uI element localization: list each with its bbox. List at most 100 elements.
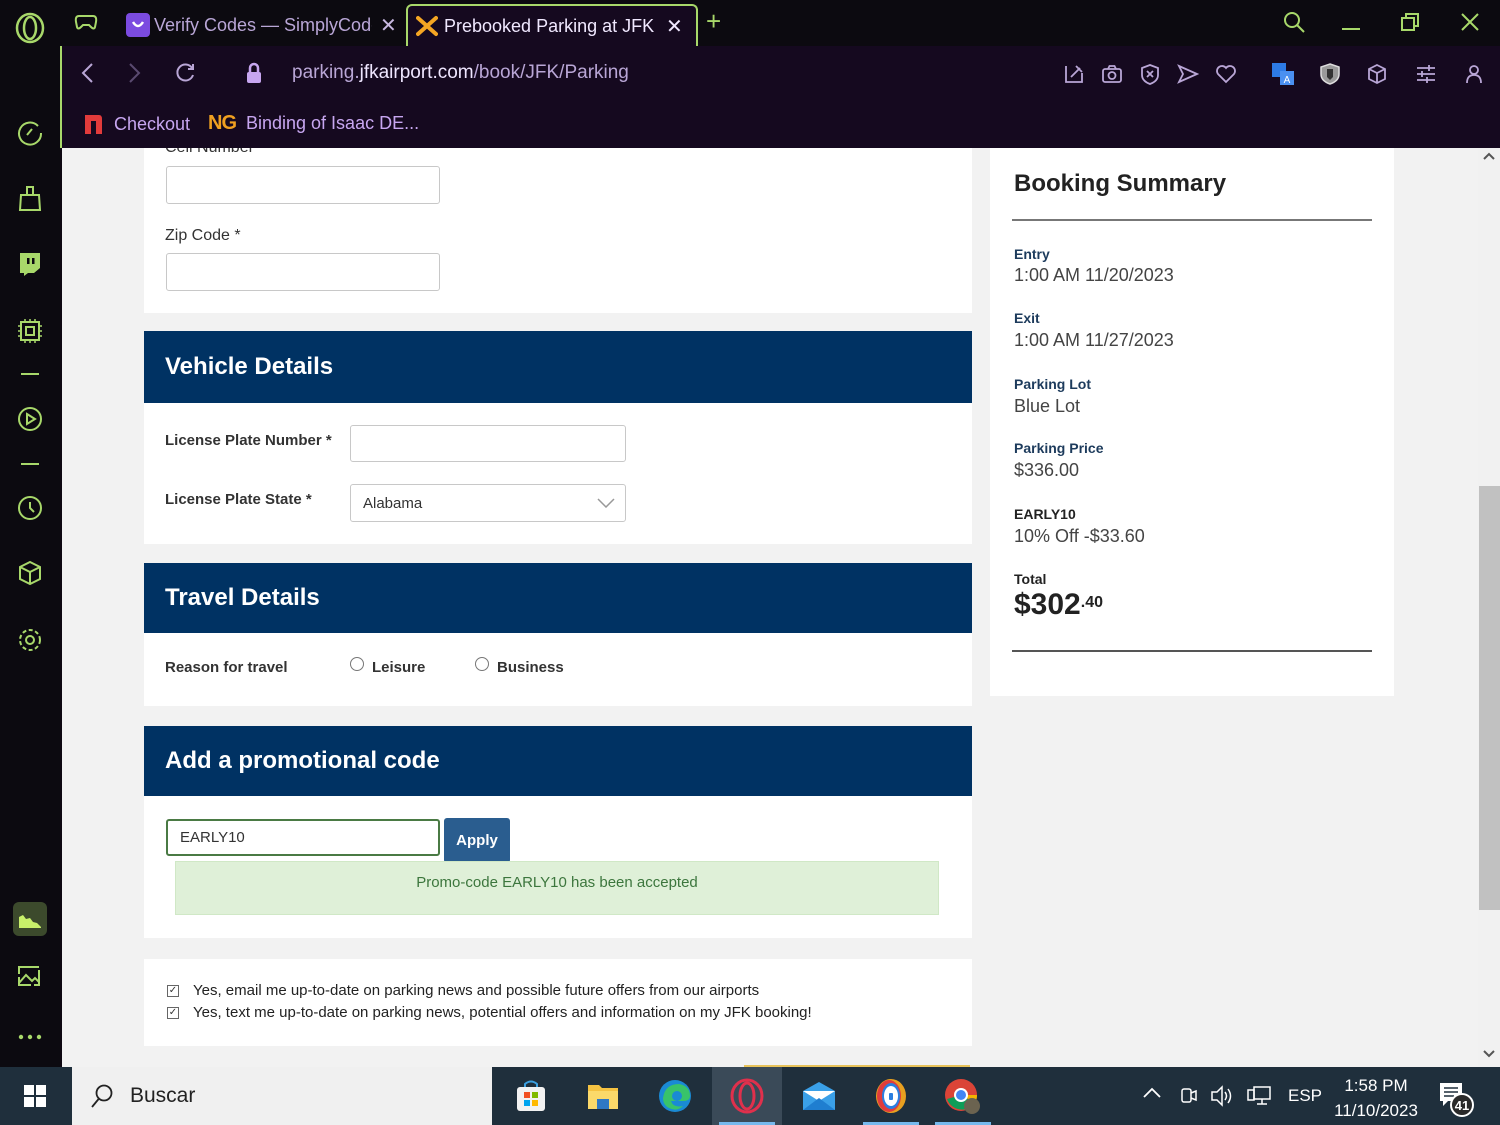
settings-icon[interactable] — [14, 624, 46, 656]
gx-corner-icon[interactable] — [74, 12, 98, 32]
new-tab-button[interactable]: + — [706, 6, 721, 37]
selected-state: Alabama — [363, 494, 423, 512]
total-value: $302.40 — [1014, 588, 1103, 622]
history-icon[interactable] — [14, 492, 46, 524]
send-icon[interactable] — [1174, 60, 1202, 88]
volume-icon[interactable] — [1210, 1084, 1236, 1108]
notifications-icon[interactable]: 41 — [1438, 1081, 1478, 1117]
meet-now-icon[interactable] — [1180, 1084, 1198, 1108]
clock[interactable]: 1:58 PM 11/10/2023 — [1330, 1073, 1422, 1123]
reload-icon[interactable] — [174, 62, 196, 84]
cleaner-icon[interactable] — [14, 183, 46, 215]
minimize-icon[interactable] — [1342, 28, 1360, 30]
chrome-app[interactable] — [928, 1067, 998, 1125]
pin-icon[interactable] — [1060, 60, 1088, 88]
tab-title: Prebooked Parking at JFK Airport — [444, 15, 658, 36]
cube-icon[interactable] — [14, 557, 46, 589]
consent-card: ✓ Yes, email me up-to-date on parking ne… — [144, 959, 972, 1046]
start-button[interactable] — [0, 1067, 70, 1125]
notification-count: 41 — [1450, 1093, 1474, 1117]
exit-label: Exit — [1014, 310, 1040, 326]
email-consent-checkbox[interactable]: ✓ — [167, 985, 179, 997]
back-icon[interactable] — [80, 62, 94, 84]
image-icon[interactable] — [14, 960, 46, 992]
url-bar[interactable]: parking.jfkairport.com/book/JFK/Parking — [292, 62, 629, 84]
opera-gx-app[interactable] — [712, 1067, 782, 1125]
twitch-icon[interactable] — [14, 248, 46, 280]
close-icon[interactable] — [1460, 12, 1480, 32]
bookmark-label: Checkout — [114, 113, 191, 134]
tab-verify-codes[interactable]: Verify Codes — SimplyCodes ✕ — [122, 4, 402, 46]
vehicle-details-header: Vehicle Details — [144, 331, 972, 403]
license-plate-number-input[interactable] — [350, 425, 626, 462]
bookmarks-bar: Checkout NG Binding of Isaac DE... — [60, 102, 1500, 148]
file-explorer-app[interactable] — [568, 1067, 638, 1125]
edge-app[interactable] — [640, 1067, 710, 1125]
total-dollars: $302 — [1014, 588, 1081, 621]
folder-icon — [588, 1085, 618, 1109]
microsoft-store-app[interactable] — [496, 1067, 566, 1125]
tab-title: Verify Codes — SimplyCodes — [154, 14, 372, 35]
profile-icon[interactable] — [1460, 60, 1488, 88]
show-hidden-icons[interactable] — [1142, 1087, 1162, 1099]
edge-icon — [659, 1080, 691, 1112]
easy-setup-icon[interactable] — [1412, 60, 1440, 88]
close-tab-icon[interactable]: ✕ — [666, 14, 683, 39]
taskbar-search-box[interactable]: Buscar — [72, 1067, 492, 1125]
heart-icon[interactable] — [1212, 60, 1240, 88]
jfk-plane-icon — [416, 15, 438, 37]
search-icon[interactable] — [1282, 10, 1306, 34]
discount-value: 10% Off -$33.60 — [1014, 526, 1145, 546]
cube-icon[interactable] — [1363, 60, 1391, 88]
speed-dial-icon[interactable] — [14, 116, 46, 148]
store-icon — [517, 1080, 545, 1111]
tab-strip: Verify Codes — SimplyCodes ✕ Prebooked P… — [60, 0, 1500, 46]
chart-icon[interactable] — [13, 902, 47, 936]
parking-price-value: $336.00 — [1014, 460, 1080, 480]
leisure-radio[interactable] — [350, 657, 364, 671]
parking-lot-label: Parking Lot — [1014, 376, 1092, 392]
language-indicator[interactable]: ESP — [1288, 1086, 1322, 1106]
restore-icon[interactable] — [1400, 12, 1420, 32]
url-path: /book/JFK/Parking — [473, 62, 629, 83]
windows-logo-icon — [24, 1085, 46, 1107]
mail-app[interactable] — [784, 1067, 854, 1125]
page-scrollbar[interactable] — [1478, 148, 1500, 1067]
close-tab-icon[interactable]: ✕ — [380, 13, 397, 38]
camera-icon[interactable] — [1098, 60, 1126, 88]
business-label[interactable]: Business — [497, 659, 564, 676]
lock-icon[interactable] — [245, 62, 263, 84]
scroll-thumb[interactable] — [1479, 486, 1500, 910]
search-icon — [90, 1083, 114, 1109]
business-radio[interactable] — [475, 657, 489, 671]
cell-number-input[interactable] — [166, 166, 440, 204]
aloha-browser-app[interactable] — [856, 1067, 926, 1125]
zip-code-input[interactable] — [166, 253, 440, 291]
url-prefix: parking. — [292, 62, 360, 83]
tab-jfk-parking[interactable]: Prebooked Parking at JFK Airport ✕ — [406, 4, 698, 46]
sidebar-separator — [21, 463, 39, 465]
opera-logo-icon[interactable] — [14, 12, 46, 44]
promo-success-alert: Promo-code EARLY10 has been accepted — [175, 861, 939, 915]
apply-button[interactable]: Apply — [444, 818, 510, 863]
leisure-label[interactable]: Leisure — [372, 659, 425, 676]
scroll-down-icon[interactable] — [1483, 1050, 1495, 1058]
vpn-shield-icon[interactable] — [1316, 60, 1344, 88]
opera-gx-icon — [730, 1078, 764, 1114]
cell-number-label: Cell Number — [165, 148, 254, 157]
address-toolbar: parking.jfkairport.com/book/JFK/Parking … — [60, 46, 1500, 102]
forward-icon[interactable] — [128, 62, 142, 84]
sms-consent-checkbox[interactable]: ✓ — [167, 1007, 179, 1019]
shield-x-icon[interactable] — [1136, 60, 1164, 88]
player-icon[interactable] — [14, 403, 46, 435]
more-icon[interactable] — [14, 1021, 46, 1053]
promo-code-input[interactable]: EARLY10 — [166, 819, 440, 856]
network-icon[interactable] — [1246, 1084, 1272, 1108]
bookmark-checkout[interactable]: Checkout — [82, 112, 190, 136]
cpu-icon[interactable] — [14, 315, 46, 347]
license-plate-state-select[interactable]: Alabama — [350, 484, 626, 522]
scroll-up-icon[interactable] — [1483, 152, 1495, 160]
bookmark-binding-of-isaac[interactable]: NG Binding of Isaac DE... — [208, 112, 419, 135]
summary-divider — [1012, 219, 1372, 221]
translate-icon[interactable]: A — [1269, 60, 1297, 88]
